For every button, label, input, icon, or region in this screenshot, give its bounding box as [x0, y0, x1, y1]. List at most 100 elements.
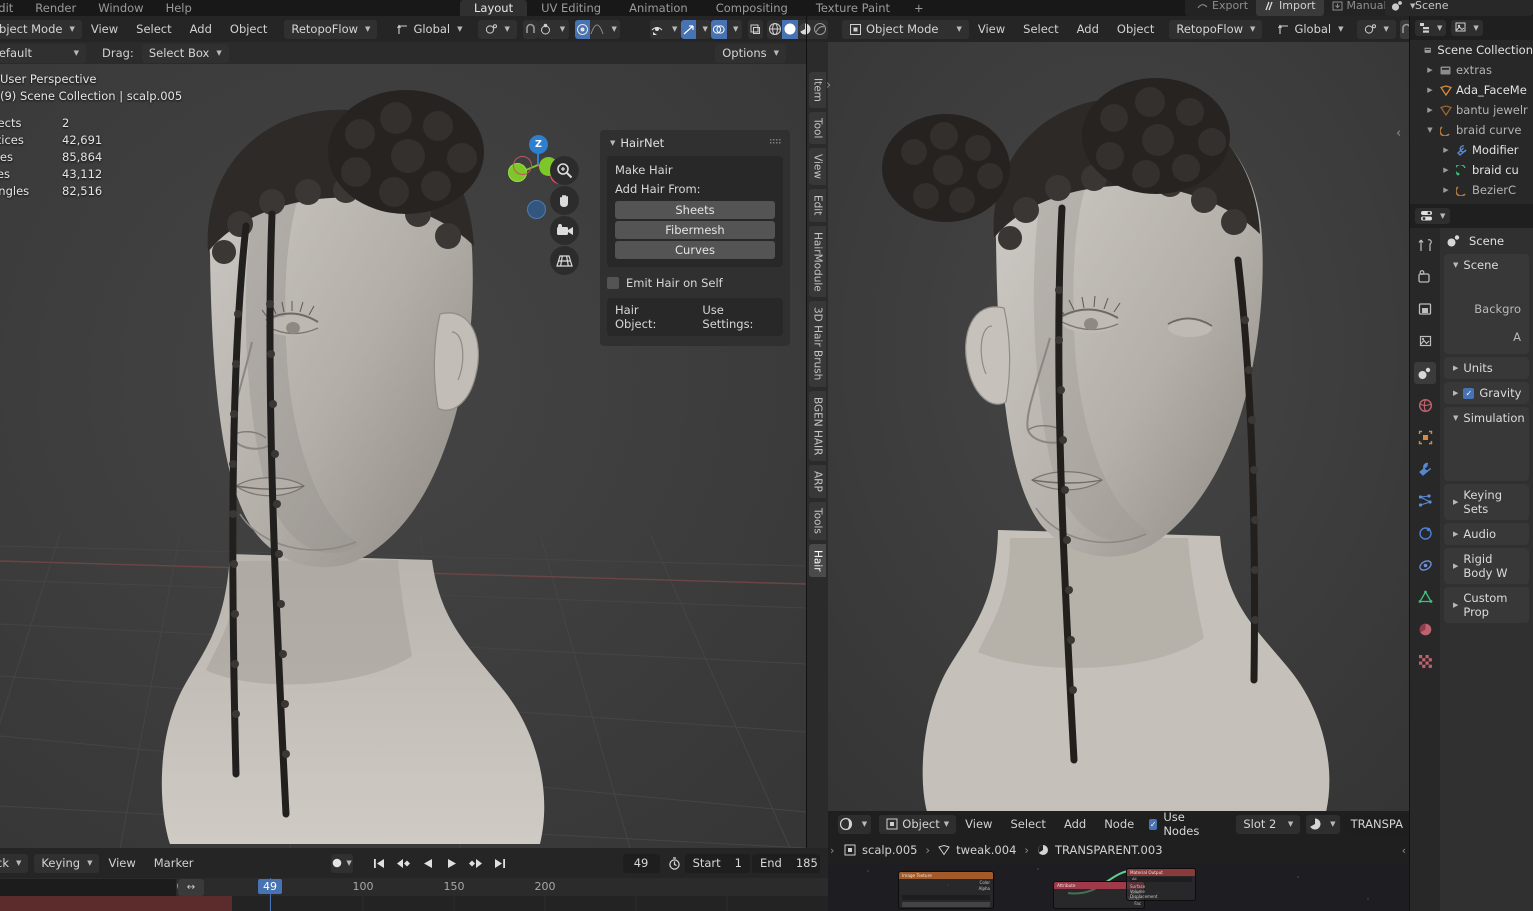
panel-simulation[interactable]: ▼ Simulation	[1444, 407, 1529, 481]
tab-render-icon[interactable]	[1414, 266, 1436, 288]
tab-constraint-icon[interactable]	[1414, 554, 1436, 576]
area-separator-vertical[interactable]	[1409, 16, 1410, 911]
sidebar-tab-hair[interactable]: Hair	[808, 543, 826, 578]
eye-visibility-icon[interactable]	[650, 20, 665, 39]
panel-custom-properties[interactable]: ▶ Custom Prop	[1444, 587, 1529, 623]
jump-start-icon[interactable]	[369, 854, 391, 873]
prev-keyframe-icon[interactable]	[393, 854, 415, 873]
timeline-menu-view[interactable]: View	[99, 848, 144, 878]
shader-node-canvas[interactable]: Image Texture Color Alpha Attribute Colo…	[828, 863, 1410, 911]
gizmo-axis-z-neg[interactable]	[527, 200, 546, 219]
node-material-output[interactable]: Material Output All Surface Volume Displ…	[1126, 868, 1196, 901]
shader-menu-node[interactable]: Node	[1095, 811, 1143, 837]
use-nodes-checkbox[interactable]: ✓	[1149, 818, 1158, 830]
node-socket[interactable]: Fac	[1057, 901, 1141, 907]
panel-audio[interactable]: ▶ Audio	[1444, 523, 1529, 545]
channel-search-field[interactable]	[0, 879, 176, 896]
breadcrumb-material[interactable]: TRANSPARENT.003	[1037, 843, 1163, 857]
node-output-target[interactable]: All	[1130, 877, 1192, 882]
fibermesh-button[interactable]: Fibermesh	[615, 221, 775, 239]
panel-scene[interactable]: ▼ Scene Backgro A	[1444, 254, 1529, 354]
panel-custom-properties-header[interactable]: ▶ Custom Prop	[1450, 591, 1523, 619]
proportional-chevron-icon[interactable]: ▼	[553, 20, 568, 39]
panel-gravity[interactable]: ▶ ✓ Gravity	[1444, 382, 1529, 404]
collapse-triangle-icon[interactable]: ▼	[1424, 126, 1436, 134]
sidebar-tab-bgen-hair[interactable]: BGEN HAIR	[808, 390, 826, 462]
tab-world-icon[interactable]	[1414, 394, 1436, 416]
addon-export-button[interactable]: Export	[1189, 0, 1256, 16]
shader-menu-select[interactable]: Select	[1001, 811, 1054, 837]
panel-keying-sets-header[interactable]: ▶ Keying Sets	[1450, 488, 1523, 516]
channel-resize-handle[interactable]: ↔	[178, 879, 204, 896]
tab-material-icon[interactable]	[1414, 618, 1436, 640]
viewport2-menu-object[interactable]: Object	[1108, 16, 1163, 42]
play-icon[interactable]	[441, 854, 463, 873]
zoom-icon[interactable]	[550, 156, 579, 185]
panel-rigid-body-world[interactable]: ▶ Rigid Body W	[1444, 548, 1529, 584]
jump-end-icon[interactable]	[489, 854, 511, 873]
addon-manual-button[interactable]: Manual	[1324, 0, 1395, 16]
panel-gravity-header[interactable]: ▶ ✓ Gravity	[1450, 386, 1523, 400]
panel-rigid-body-world-header[interactable]: ▶ Rigid Body W	[1450, 552, 1523, 580]
tab-texture-paint[interactable]: Texture Paint	[802, 0, 904, 16]
hairnet-header[interactable]: ▼ HairNet	[607, 136, 783, 150]
use-preview-range-icon[interactable]	[668, 854, 681, 873]
use-nodes-toggle[interactable]: ✓ Use Nodes	[1149, 810, 1208, 838]
add-workspace-button[interactable]: +	[904, 0, 934, 16]
menu-edit[interactable]: Edit	[0, 0, 24, 16]
tab-compositing[interactable]: Compositing	[702, 0, 802, 16]
shading-ball-icon[interactable]	[838, 815, 855, 834]
panel-grip-icon[interactable]	[770, 139, 782, 147]
outliner-root-row[interactable]: Scene Collection	[1410, 40, 1533, 60]
gravity-checkbox[interactable]: ✓	[1463, 387, 1475, 399]
viewport1-menu-object[interactable]: Object	[221, 16, 276, 42]
viewport1-pivot-selector[interactable]: ▼	[477, 19, 517, 39]
timeline-menu-marker[interactable]: Marker	[145, 848, 203, 878]
emit-hair-on-self-row[interactable]: Emit Hair on Self	[607, 276, 783, 290]
panel-scene-header[interactable]: ▼ Scene	[1450, 258, 1523, 272]
viewport2-menu-view[interactable]: View	[969, 16, 1014, 42]
material-icon[interactable]	[1306, 815, 1323, 834]
panel-simulation-header[interactable]: ▼ Simulation	[1450, 411, 1525, 425]
shader-type-chevron-icon[interactable]: ▼	[855, 815, 872, 834]
tab-output-icon[interactable]	[1414, 298, 1436, 320]
shader-type-selector[interactable]: Object ▼	[879, 814, 957, 834]
tab-tool-icon[interactable]	[1414, 234, 1436, 256]
addon-import-button[interactable]: Import	[1256, 0, 1324, 16]
properties-editor-type-selector[interactable]: ▼	[1415, 208, 1451, 224]
tab-object-icon[interactable]	[1414, 426, 1436, 448]
viewport2-menu-select[interactable]: Select	[1014, 16, 1067, 42]
viewport1-menu-add[interactable]: Add	[181, 16, 221, 42]
tab-scene-icon[interactable]	[1414, 362, 1436, 384]
tab-uv-editing[interactable]: UV Editing	[527, 0, 615, 16]
sidebar-tab-view[interactable]: View	[808, 148, 826, 186]
expand-triangle-icon[interactable]: ▶	[1424, 106, 1436, 114]
tab-layout[interactable]: Layout	[460, 0, 528, 16]
viewport2-orientation-selector[interactable]: Global ▼	[1270, 20, 1350, 39]
sidebar-tab-3d-hair-brush[interactable]: 3D Hair Brush	[808, 301, 826, 387]
sidebar-tab-tools[interactable]: Tools	[808, 501, 826, 540]
menu-render[interactable]: Render	[24, 0, 87, 16]
panel-units[interactable]: ▶ Units	[1444, 357, 1529, 379]
viewport2-menu-add[interactable]: Add	[1068, 16, 1108, 42]
gizmo-axis-x-neg[interactable]	[513, 156, 532, 175]
sheets-button[interactable]: Sheets	[615, 201, 775, 219]
falloff-curve-icon[interactable]	[590, 20, 605, 39]
shader-menu-view[interactable]: View	[956, 811, 1001, 837]
sidebar-tab-tool[interactable]: Tool	[808, 111, 826, 145]
emit-hair-checkbox[interactable]	[607, 277, 619, 289]
record-dot-icon[interactable]	[331, 854, 343, 873]
viewport1-retopoflow-menu[interactable]: RetopoFlow ▼	[284, 19, 378, 39]
viewport1-sidebar-collapse-arrow[interactable]: ›	[826, 78, 831, 93]
grid-ortho-icon[interactable]	[550, 246, 579, 275]
auto-keying-chevron-icon[interactable]: ▼	[343, 854, 353, 873]
sidebar-tab-edit[interactable]: Edit	[808, 189, 826, 222]
sidebar-tab-hairmodule[interactable]: HairModule	[808, 225, 826, 298]
tab-data-icon[interactable]	[1414, 586, 1436, 608]
end-frame-field[interactable]: End 185	[752, 853, 820, 873]
shading-rendered-icon[interactable]	[813, 20, 828, 39]
shader-editor-type-selector[interactable]: ▼	[838, 814, 872, 834]
gizmo-icon[interactable]	[680, 19, 697, 39]
node-socket[interactable]: Displacement	[1130, 894, 1192, 899]
expand-triangle-icon[interactable]: ▶	[1424, 86, 1436, 94]
